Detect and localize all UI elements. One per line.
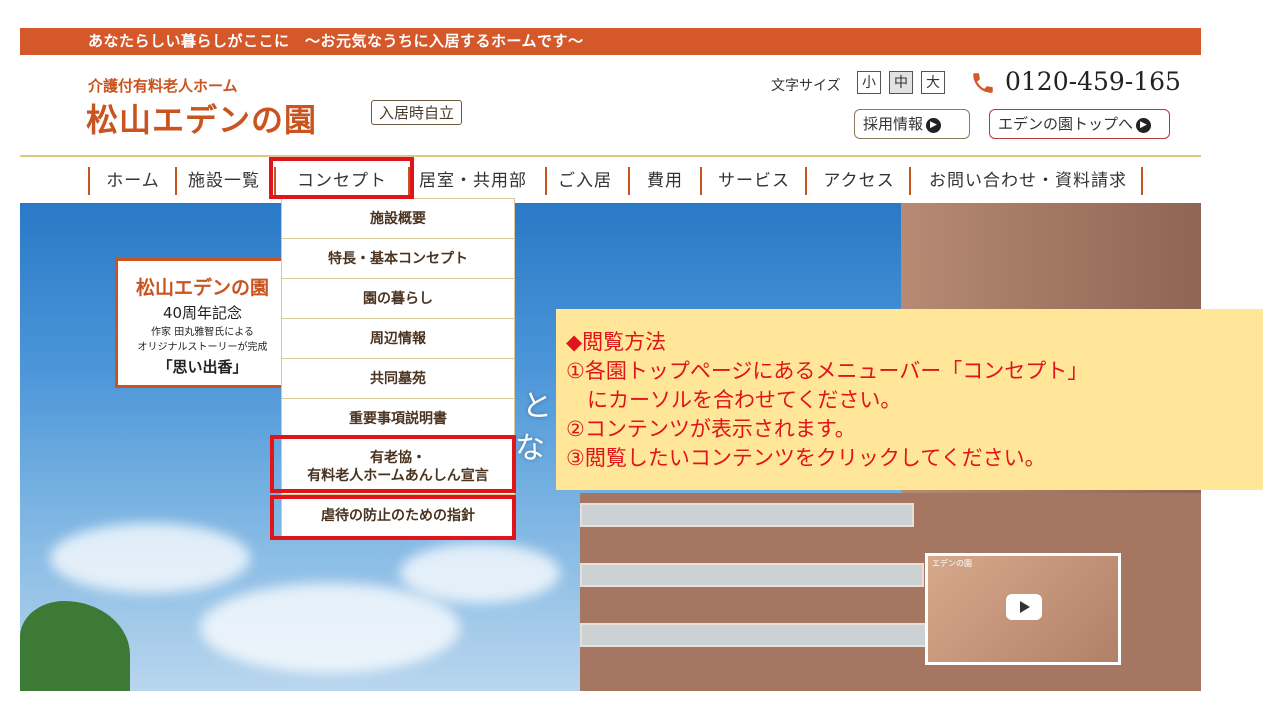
video-label: エデンの園 bbox=[932, 559, 972, 568]
logo-subtitle: 介護付有料老人ホーム bbox=[88, 77, 238, 95]
nav-divider bbox=[805, 167, 807, 195]
dropdown-item-life[interactable]: 園の暮らし bbox=[282, 279, 514, 319]
note-step3: ③閲覧したいコンテンツをクリックしてください。 bbox=[566, 446, 1046, 470]
dropdown-item-important-matters[interactable]: 重要事項説明書 bbox=[282, 399, 514, 439]
font-size-small-button[interactable]: 小 bbox=[857, 71, 881, 94]
video-thumbnail[interactable]: エデンの園 bbox=[925, 553, 1121, 665]
nav-divider bbox=[1141, 167, 1143, 195]
dropdown-item-surroundings[interactable]: 周辺情報 bbox=[282, 319, 514, 359]
nav-item-cost[interactable]: 費用 bbox=[632, 157, 698, 203]
nav-divider bbox=[88, 167, 90, 195]
nav-divider bbox=[700, 167, 702, 195]
note-step1: ①各園トップページにあるメニューバー「コンセプト」 bbox=[566, 359, 1089, 383]
tree bbox=[20, 601, 130, 691]
nav-item-rooms[interactable]: 居室・共用部 bbox=[412, 157, 534, 203]
banner-story: 「思い出香」 bbox=[157, 358, 248, 376]
recruit-button-label: 採用情報 bbox=[863, 115, 924, 133]
nav-item-facilities[interactable]: 施設一覧 bbox=[179, 157, 269, 203]
font-size-large-button[interactable]: 大 bbox=[921, 71, 945, 94]
phone-number[interactable]: 0120-459-165 bbox=[1005, 67, 1181, 96]
nav-item-moving-in[interactable]: ご入居 bbox=[549, 157, 621, 203]
instruction-note: ◆閲覧方法 ①各園トップページにあるメニューバー「コンセプト」 にカーソルを合わ… bbox=[556, 309, 1263, 490]
nav-item-contact[interactable]: お問い合わせ・資料請求 bbox=[913, 157, 1143, 203]
status-badge: 入居時自立 bbox=[371, 100, 463, 125]
balcony-railing bbox=[580, 563, 924, 587]
nav-item-service[interactable]: サービス bbox=[704, 157, 804, 203]
font-size-medium-button[interactable]: 中 bbox=[889, 71, 913, 94]
eden-top-button[interactable]: エデンの園トップへ ▶ bbox=[989, 109, 1170, 139]
dropdown-item-features[interactable]: 特長・基本コンセプト bbox=[282, 239, 514, 279]
dropdown-item-overview[interactable]: 施設概要 bbox=[282, 199, 514, 239]
banner-line1: 作家 田丸雅智氏による bbox=[151, 327, 254, 338]
nav-divider bbox=[545, 167, 547, 195]
main-nav: ホーム 施設一覧 コンセプト 居室・共用部 ご入居 費用 サービス アクセス お… bbox=[20, 155, 1201, 203]
nav-item-access[interactable]: アクセス bbox=[809, 157, 909, 203]
banner-anniversary: 40周年記念 bbox=[162, 304, 243, 322]
cloud bbox=[200, 583, 460, 673]
nav-divider bbox=[628, 167, 630, 195]
banner-line2: オリジナルストーリーが完成 bbox=[137, 342, 268, 353]
nav-item-home[interactable]: ホーム bbox=[92, 157, 174, 203]
cloud bbox=[50, 523, 250, 593]
recruit-button[interactable]: 採用情報 ▶ bbox=[854, 109, 970, 139]
note-step1-cont: にカーソルを合わせてください。 bbox=[566, 388, 902, 412]
hero-text-fragment: な bbox=[515, 431, 545, 466]
play-icon[interactable] bbox=[1006, 594, 1042, 620]
chevron-right-icon: ▶ bbox=[926, 117, 942, 133]
note-title: ◆閲覧方法 bbox=[566, 330, 667, 354]
phone-icon bbox=[973, 73, 993, 93]
eden-top-button-label: エデンの園トップへ bbox=[998, 115, 1134, 133]
chevron-right-icon: ▶ bbox=[1136, 117, 1152, 133]
dropdown-item-cemetery[interactable]: 共同墓苑 bbox=[282, 359, 514, 399]
hero-text-fragment: と bbox=[522, 389, 552, 424]
balcony-railing bbox=[580, 623, 934, 647]
cloud bbox=[400, 543, 560, 603]
note-step2: ②コンテンツが表示されます。 bbox=[566, 417, 856, 441]
site-header: 介護付有料老人ホーム 松山エデンの園 入居時自立 文字サイズ 小 中 大 012… bbox=[20, 55, 1201, 155]
tagline-bar: あなたらしい暮らしがここに ～お元気なうちに入居するホームです～ bbox=[20, 28, 1201, 55]
anniversary-banner[interactable]: 松山エデンの園 40周年記念 作家 田丸雅智氏による オリジナルストーリーが完成… bbox=[115, 258, 290, 388]
font-size-label: 文字サイズ bbox=[771, 78, 841, 94]
nav-divider bbox=[909, 167, 911, 195]
site-logo[interactable]: 松山エデンの園 bbox=[86, 95, 317, 141]
highlight-box-concept bbox=[269, 157, 414, 199]
highlight-box-abuse-prevention bbox=[270, 495, 516, 540]
highlight-box-safety-declaration bbox=[270, 435, 516, 493]
banner-title: 松山エデンの園 bbox=[135, 277, 269, 299]
nav-divider bbox=[175, 167, 177, 195]
balcony-railing bbox=[580, 503, 914, 527]
